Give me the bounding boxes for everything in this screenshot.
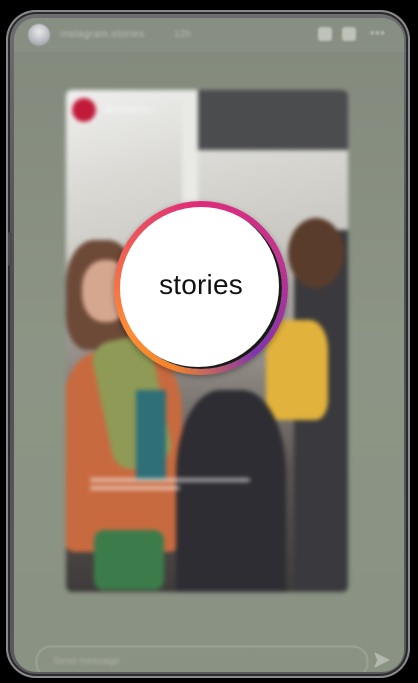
story-username[interactable]: instagram.stories (60, 29, 145, 40)
post-image-yellow-bag (266, 320, 328, 420)
story-header: instagram.stories 12h ••• (14, 18, 404, 52)
more-horizontal-icon[interactable]: ••• (370, 27, 385, 41)
pause-icon[interactable] (318, 27, 332, 41)
canvas: instagram.stories 12h ••• @instagram Sen… (0, 0, 418, 683)
reply-input[interactable]: Send message (36, 646, 368, 672)
stories-label: stories (159, 269, 243, 300)
post-image-teal-strap (136, 390, 166, 480)
post-image-dark-figure (176, 390, 286, 592)
post-image-panel (198, 90, 348, 150)
profile-avatar[interactable] (28, 24, 50, 46)
post-caption-line (90, 478, 250, 482)
reply-placeholder: Send message (53, 656, 120, 667)
phone-side-button (8, 232, 12, 266)
post-caption-line (90, 486, 180, 490)
post-image-green-bag (94, 530, 164, 590)
story-timestamp: 12h (174, 29, 191, 40)
post-author-avatar[interactable] (72, 98, 96, 122)
post-author-name[interactable]: @instagram (104, 104, 153, 114)
speaker-icon[interactable] (342, 27, 356, 41)
send-icon[interactable] (374, 652, 390, 668)
stories-circle: stories (120, 207, 282, 369)
post-image-hair-right (288, 218, 344, 288)
stories-ring: stories (114, 201, 288, 375)
